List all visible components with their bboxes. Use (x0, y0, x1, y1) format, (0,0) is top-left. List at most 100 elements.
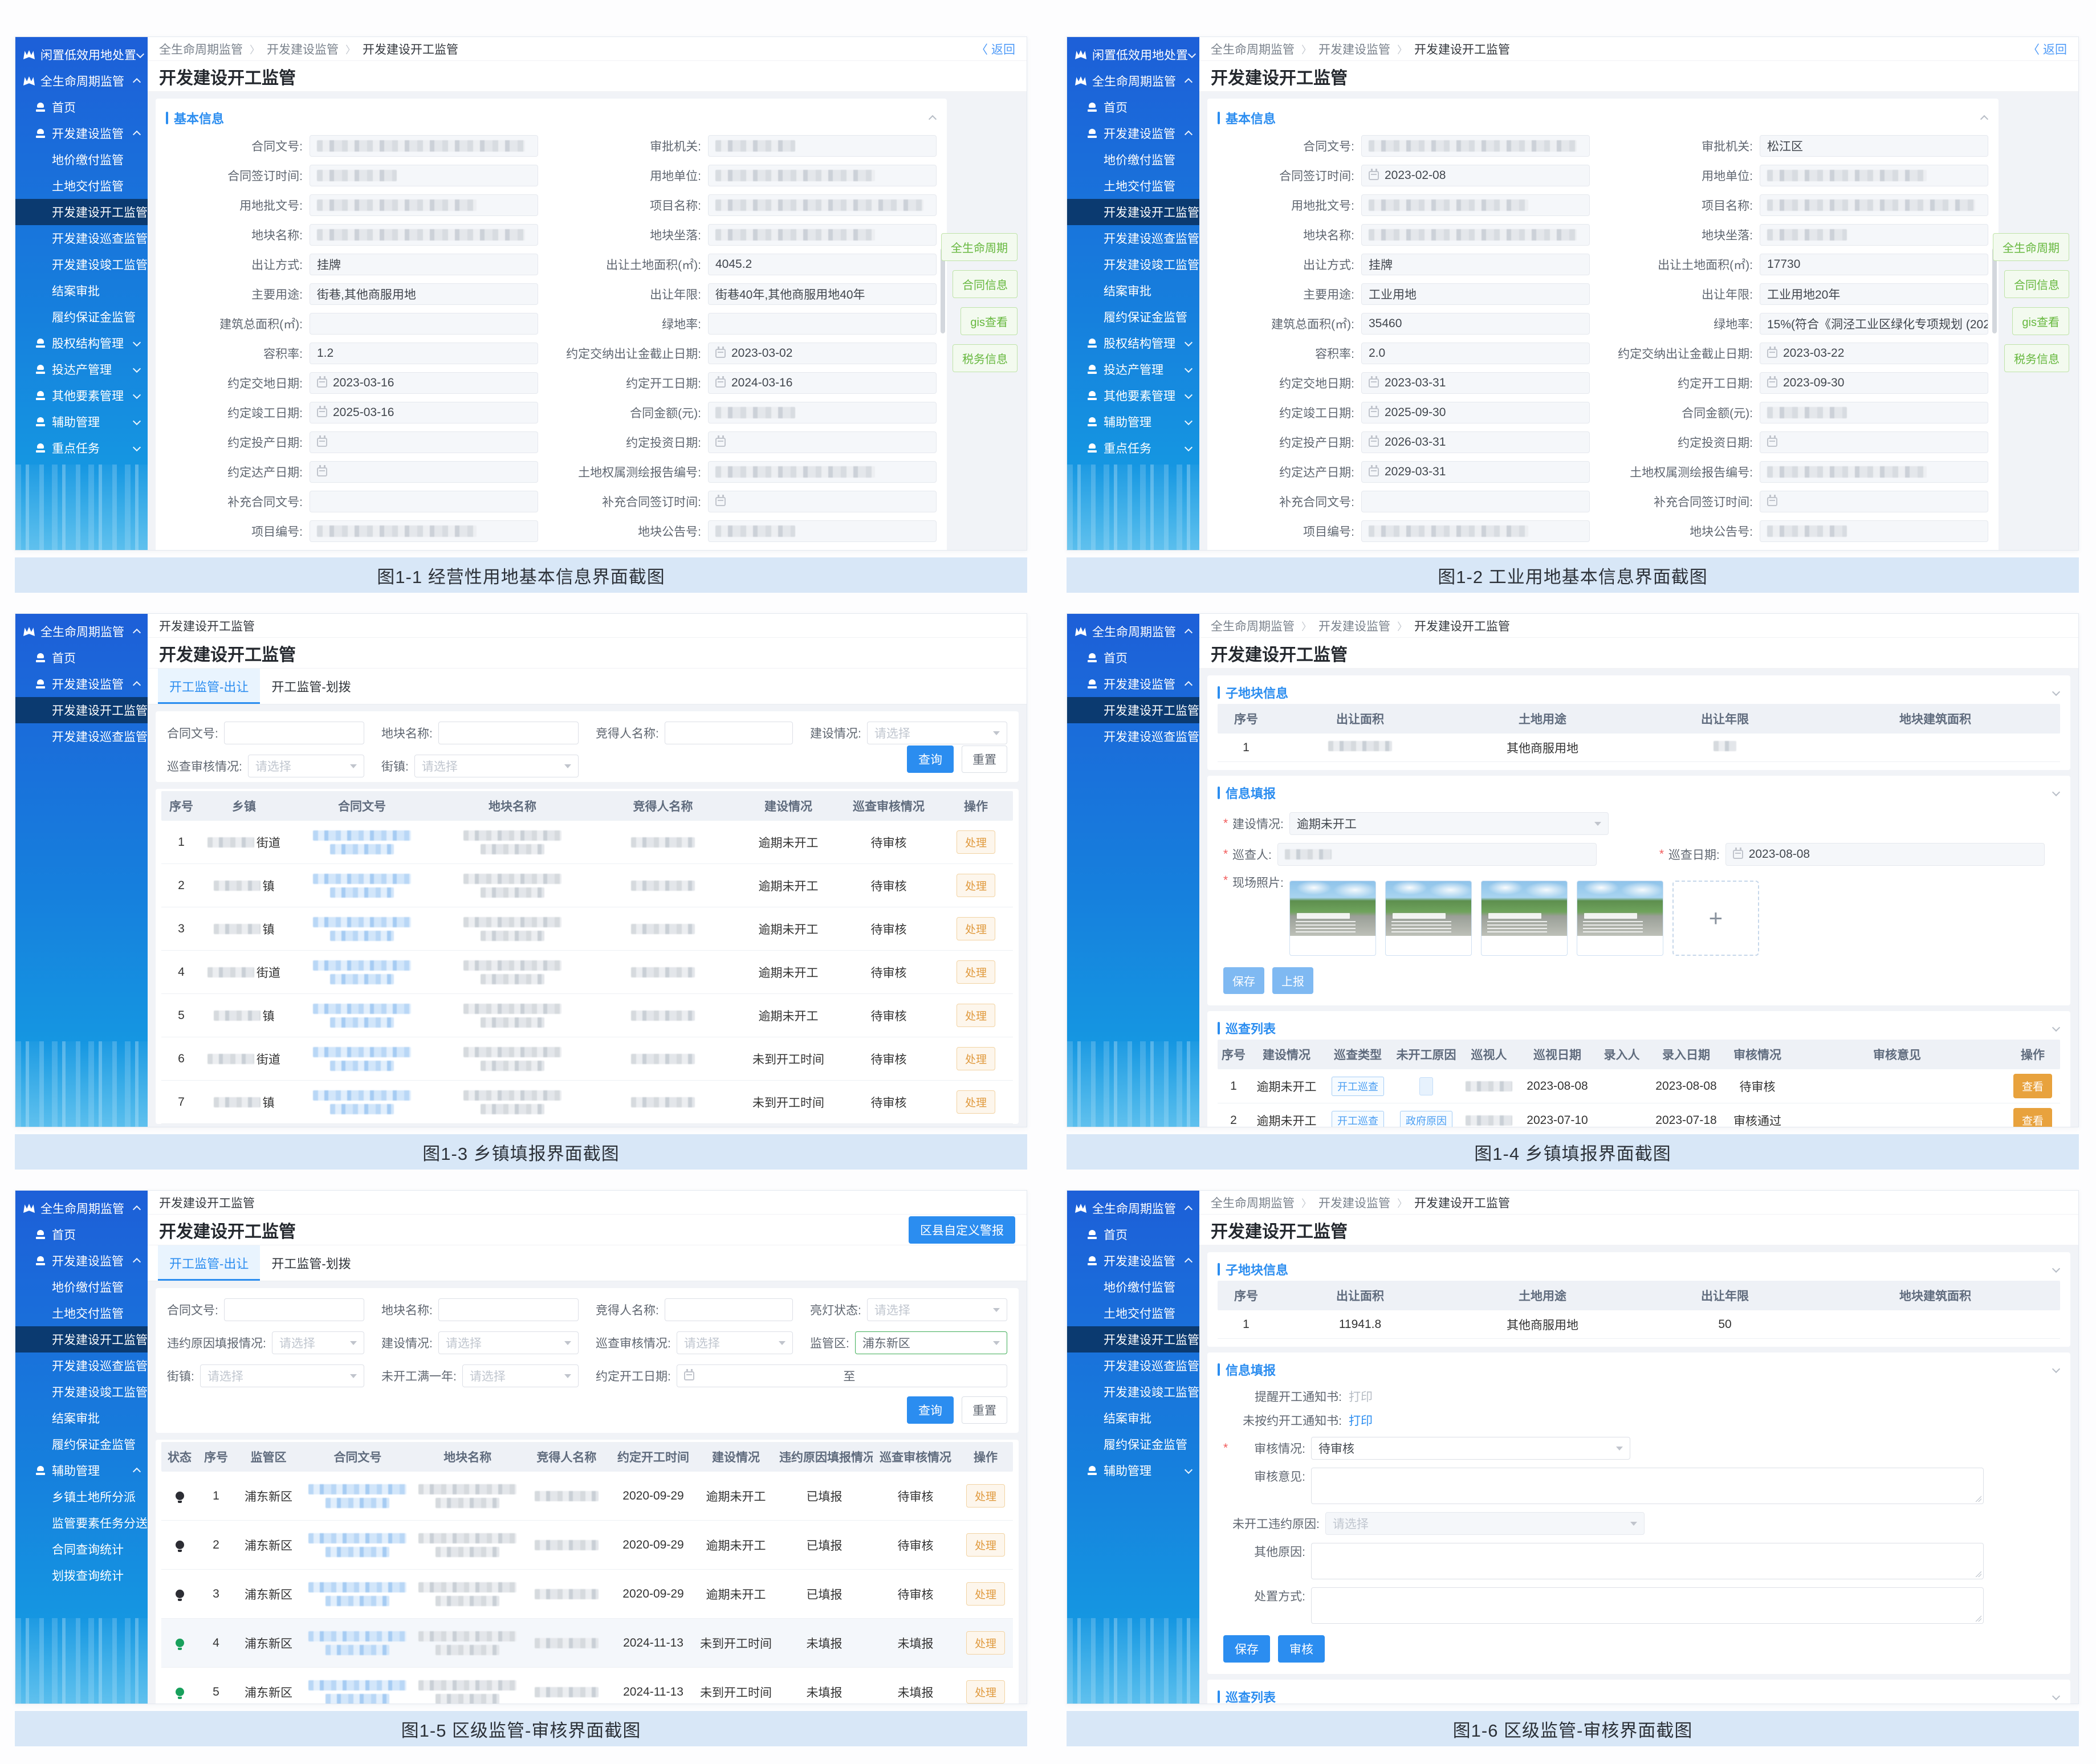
sidebar-item[interactable]: 开发建设开工监管-审核 (1067, 199, 1199, 225)
breadcrumb-item[interactable]: 全生命周期监管 (1211, 617, 1295, 634)
quick-link-button[interactable]: 合同信息 (2004, 270, 2069, 298)
field-input[interactable]: 2023-09-30 (1760, 372, 1988, 394)
filter-control[interactable]: 至 (677, 1364, 1007, 1387)
handle-button[interactable]: 处理 (957, 1090, 995, 1114)
breadcrumb-item[interactable]: 开发建设监管 (1295, 40, 1390, 58)
redacted-link[interactable] (308, 1533, 406, 1543)
site-photo[interactable] (1385, 881, 1472, 956)
sidebar-item[interactable]: 履约保证金监管 (1067, 1431, 1199, 1457)
field-input[interactable]: 挂牌 (310, 254, 538, 275)
sidebar-item[interactable]: 乡镇土地所分派 (15, 1484, 148, 1510)
sidebar-item[interactable]: 其他要素管理 (1067, 382, 1199, 409)
filter-control[interactable]: 浦东新区 (855, 1331, 1007, 1354)
breadcrumb-item[interactable]: 开发建设监管 (1295, 1194, 1390, 1211)
sidebar-item[interactable]: 全生命周期监管 (15, 618, 148, 645)
sidebar-item[interactable]: 全生命周期监管 (1067, 618, 1199, 645)
sidebar-item[interactable]: 合同查询统计 (15, 1536, 148, 1562)
field-input[interactable] (1361, 194, 1590, 216)
sidebar-item[interactable]: 辅助管理 (15, 1457, 148, 1484)
field-input[interactable]: 2026-03-31 (1361, 431, 1590, 453)
sidebar-item[interactable]: 开发建设巡查监管-乡镇填报 (15, 723, 148, 749)
field-input[interactable] (1361, 224, 1590, 246)
breadcrumb-item[interactable]: 开发建设开工监管 (1390, 40, 1510, 58)
sidebar-item[interactable]: 重点任务 (15, 435, 148, 461)
redacted-link[interactable] (313, 1090, 411, 1101)
report-button[interactable]: 上报 (1272, 967, 1313, 994)
handle-button[interactable]: 处理 (966, 1680, 1005, 1704)
field-input[interactable]: 1.2 (310, 343, 538, 364)
sidebar-item[interactable]: 开发建设巡查监管-审核 (1067, 225, 1199, 251)
field-input[interactable]: 2025-09-30 (1361, 402, 1590, 423)
reset-button[interactable]: 重置 (962, 1396, 1007, 1424)
breadcrumb-item[interactable]: 开发建设开工监管 (339, 40, 458, 58)
sidebar-item[interactable]: 开发建设竣工监管-审核 (1067, 251, 1199, 278)
breadcrumb-item[interactable]: 开发建设监管 (1295, 617, 1390, 634)
field-input[interactable] (708, 224, 937, 246)
sidebar-item[interactable]: 开发建设开工监管-审核 (15, 1326, 148, 1352)
sidebar-item[interactable]: 开发建设开工监管-乡镇填报 (1067, 697, 1199, 723)
quick-link-button[interactable]: 全生命周期 (941, 233, 1018, 261)
sidebar-item[interactable]: 地价缴付监管 (1067, 146, 1199, 173)
breadcrumb-item[interactable]: 全生命周期监管 (1211, 1194, 1295, 1211)
sidebar-item[interactable]: 履约保证金监管 (15, 304, 148, 330)
sidebar-item[interactable]: 闲置低效用地处置 (1067, 42, 1199, 68)
collapse-icon[interactable] (2052, 1693, 2060, 1701)
field-input[interactable] (310, 520, 538, 542)
print-link[interactable]: 打印 (1349, 1412, 1373, 1429)
redacted-link[interactable] (325, 1645, 389, 1655)
field-input[interactable] (708, 431, 937, 453)
filter-control[interactable]: 请选择 (867, 1298, 1007, 1321)
field-input[interactable] (1361, 491, 1590, 512)
field-input[interactable] (1760, 491, 1988, 512)
view-button[interactable]: 查看 (2013, 1074, 2052, 1098)
quick-link-button[interactable]: gis查看 (961, 307, 1018, 335)
redacted-link[interactable] (325, 1547, 389, 1557)
sidebar-item[interactable]: 开发建设监管 (1067, 120, 1199, 146)
filter-control[interactable]: 请选择 (438, 1331, 579, 1354)
handle-button[interactable]: 处理 (957, 830, 995, 854)
field-input[interactable] (708, 402, 937, 423)
filter-control[interactable]: 请选择 (414, 755, 579, 777)
redacted-link[interactable] (325, 1596, 389, 1606)
audit-status-select[interactable]: 待审核 (1311, 1437, 1630, 1460)
handle-button[interactable]: 处理 (957, 1004, 995, 1027)
sidebar-item[interactable]: 地价缴付监管 (15, 1274, 148, 1300)
sidebar-item[interactable]: 闲置低效用地处置 (15, 42, 148, 68)
field-input[interactable] (310, 431, 538, 453)
sidebar-item[interactable]: 监管要素任务分送 (15, 1510, 148, 1536)
breadcrumb-item[interactable]: 开发建设监管 (243, 40, 339, 58)
redacted-link[interactable] (313, 1004, 411, 1014)
sidebar-item[interactable]: 首页 (15, 94, 148, 120)
handle-button[interactable]: 处理 (966, 1631, 1005, 1655)
sidebar-item[interactable]: 开发建设监管 (15, 671, 148, 697)
handle-button[interactable]: 处理 (957, 874, 995, 897)
sidebar-item[interactable]: 全生命周期监管 (15, 68, 148, 94)
sidebar-item[interactable]: 其他要素管理 (15, 382, 148, 409)
handle-button[interactable]: 处理 (966, 1484, 1005, 1508)
filter-control[interactable] (665, 1298, 793, 1321)
sidebar-item[interactable]: 结案审批 (15, 1405, 148, 1431)
field-input[interactable] (708, 135, 937, 157)
sidebar-item[interactable]: 重点任务 (1067, 435, 1199, 461)
collapse-icon[interactable] (2052, 1366, 2060, 1374)
sidebar-item[interactable]: 土地交付监管 (1067, 1300, 1199, 1326)
sidebar-item[interactable]: 开发建设竣工监管-审核 (15, 251, 148, 278)
field-input[interactable]: 工业用地20年 (1760, 283, 1988, 305)
redacted-link[interactable] (308, 1631, 406, 1641)
field-input[interactable]: 2023-03-16 (310, 372, 538, 394)
site-photo[interactable] (1577, 881, 1663, 956)
sidebar-item[interactable]: 土地交付监管 (15, 173, 148, 199)
view-button[interactable]: 查看 (2013, 1108, 2052, 1127)
filter-control[interactable]: 请选择 (248, 755, 364, 777)
field-input[interactable]: 17730 (1760, 254, 1988, 275)
redacted-link[interactable] (330, 844, 394, 854)
redacted-link[interactable] (313, 917, 411, 927)
field-input[interactable]: 2023-03-22 (1760, 343, 1988, 364)
sidebar-item[interactable]: 股权结构管理 (1067, 330, 1199, 356)
sidebar-item[interactable]: 开发建设巡查监管-审核 (15, 1352, 148, 1379)
field-input[interactable] (708, 194, 937, 216)
field-input[interactable] (708, 491, 937, 512)
sidebar-item[interactable]: 地价缴付监管 (1067, 1274, 1199, 1300)
filter-control[interactable] (438, 1298, 579, 1321)
sidebar-item[interactable]: 地价缴付监管 (15, 146, 148, 173)
